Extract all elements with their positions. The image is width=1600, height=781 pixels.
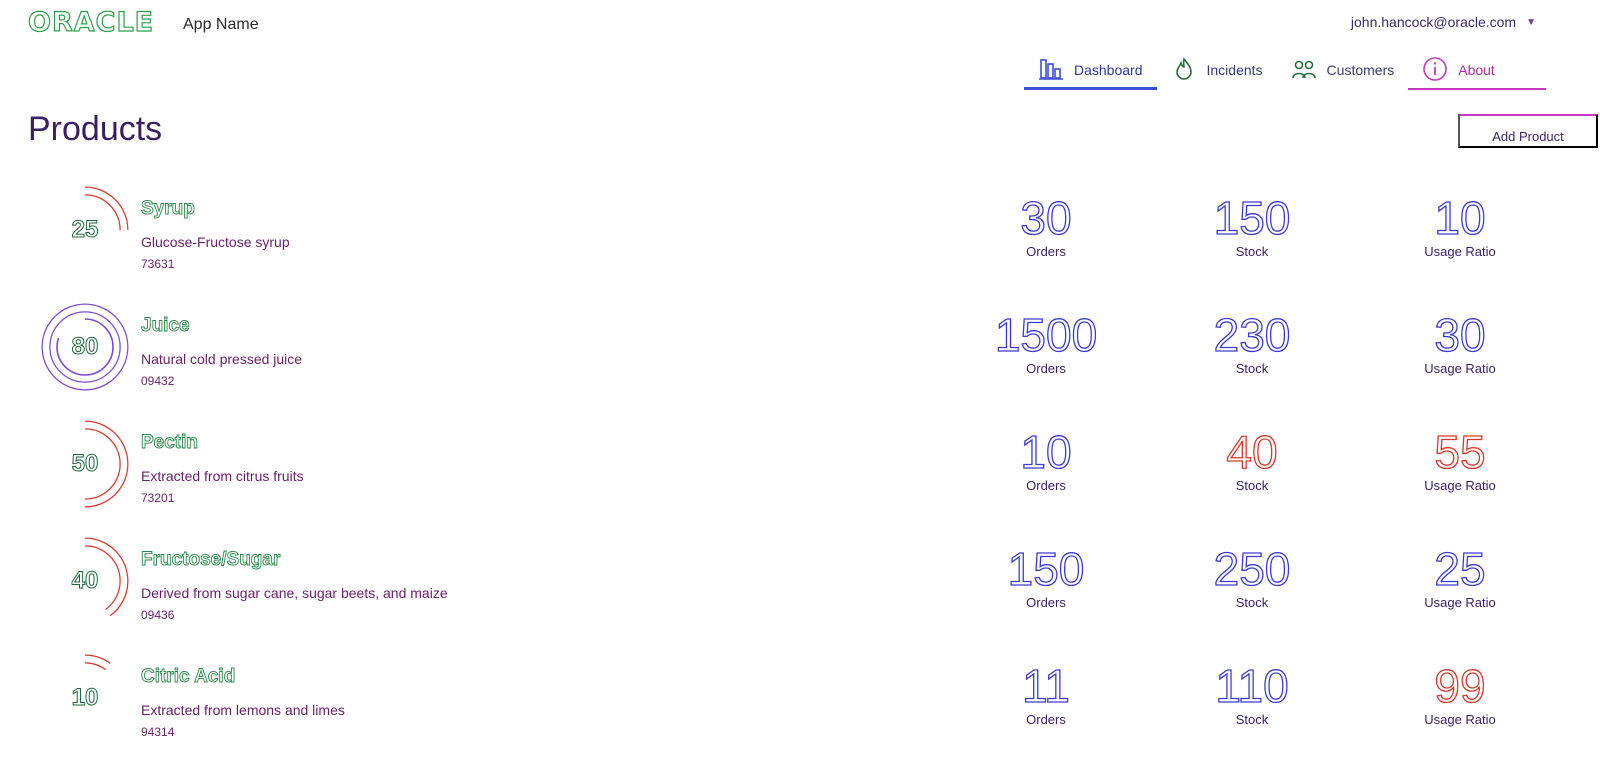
usage-ratio-metric: 30 Usage Ratio [1390, 309, 1530, 376]
usage-ratio-label: Usage Ratio [1424, 361, 1496, 376]
page-title: Products [28, 110, 163, 148]
tab-incidents[interactable]: Incidents [1157, 50, 1277, 90]
usage-ratio-label: Usage Ratio [1424, 595, 1496, 610]
orders-value: 30 [1020, 192, 1072, 244]
stock-value: 40 [1226, 426, 1278, 478]
stock-metric: 110 Stock [1182, 660, 1322, 727]
product-description: Extracted from lemons and limes [141, 702, 345, 718]
orders-label: Orders [1026, 595, 1066, 610]
product-row[interactable]: 25 Syrup Glucose-Fructose syrup 73631 30 Orde… [0, 176, 1600, 293]
bar-chart-icon [1038, 56, 1064, 85]
orders-value: 11 [1021, 660, 1070, 712]
usage-ratio-value: 30 [1434, 309, 1486, 361]
product-description: Derived from sugar cane, sugar beets, an… [141, 585, 448, 601]
stock-label: Stock [1235, 244, 1269, 259]
usage-ratio-label: Usage Ratio [1424, 478, 1496, 493]
stock-label: Stock [1235, 478, 1269, 493]
gauge-value: 80 [71, 333, 99, 361]
stock-metric: 40 Stock [1182, 426, 1322, 493]
app-name: App Name [183, 16, 259, 33]
gauge-value: 40 [71, 567, 99, 595]
stock-value: 230 [1213, 309, 1291, 361]
stock-value: 250 [1213, 543, 1291, 595]
product-code: 09432 [141, 374, 175, 388]
top-bar: ORACLE App Name john.hancock@oracle.com … [0, 0, 1600, 48]
orders-value: 1500 [994, 309, 1098, 361]
usage-ratio-metric: 55 Usage Ratio [1390, 426, 1530, 493]
gauge-value: 25 [71, 216, 99, 244]
product-name[interactable]: Citric Acid [141, 666, 236, 688]
people-icon [1291, 56, 1317, 85]
usage-ratio-value: 25 [1434, 543, 1486, 595]
tab-customers[interactable]: Customers [1277, 50, 1409, 90]
product-description: Extracted from citrus fruits [141, 468, 304, 484]
user-email: john.hancock@oracle.com [1350, 14, 1517, 30]
product-row[interactable]: 80 Juice Natural cold pressed juice 09432 15… [0, 293, 1600, 410]
user-menu[interactable]: john.hancock@oracle.com ▼ [1351, 14, 1536, 30]
product-name[interactable]: Pectin [141, 432, 199, 454]
orders-label: Orders [1026, 478, 1066, 493]
orders-metric: 150 Orders [976, 543, 1116, 610]
product-row[interactable]: 10 Citric Acid Extracted from lemons and l… [0, 644, 1600, 761]
tab-dashboard-label: Dashboard [1074, 62, 1143, 78]
usage-ratio-value: 99 [1434, 660, 1486, 712]
tab-about[interactable]: About [1408, 50, 1547, 90]
tab-dashboard[interactable]: Dashboard [1024, 50, 1157, 90]
stock-value: 150 [1213, 192, 1291, 244]
stock-metric: 150 Stock [1182, 192, 1322, 259]
stock-label: Stock [1235, 361, 1269, 376]
tab-customers-label: Customers [1326, 62, 1395, 78]
orders-metric: 11 Orders [976, 660, 1116, 727]
main-nav: Dashboard Incidents Customers About [1024, 50, 1547, 90]
product-code: 73631 [141, 257, 175, 271]
fire-icon [1171, 56, 1197, 85]
product-name[interactable]: Syrup [141, 198, 196, 220]
orders-metric: 1500 Orders [976, 309, 1116, 376]
tab-incidents-label: Incidents [1206, 62, 1263, 78]
product-description: Glucose-Fructose syrup [141, 234, 290, 250]
stock-metric: 250 Stock [1182, 543, 1322, 610]
orders-value: 150 [1007, 543, 1085, 595]
chevron-down-icon: ▼ [1526, 16, 1536, 28]
stock-value: 110 [1215, 660, 1290, 712]
stock-metric: 230 Stock [1182, 309, 1322, 376]
usage-ratio-metric: 99 Usage Ratio [1390, 660, 1530, 727]
usage-ratio-label: Usage Ratio [1424, 244, 1496, 259]
orders-metric: 30 Orders [976, 192, 1116, 259]
product-code: 09436 [141, 608, 175, 622]
stock-label: Stock [1235, 595, 1269, 610]
orders-label: Orders [1026, 361, 1066, 376]
info-icon [1422, 56, 1448, 85]
product-row[interactable]: 40 Fructose/Sugar Derived from sugar cane,… [0, 527, 1600, 644]
orders-label: Orders [1026, 712, 1066, 727]
gauge-value: 50 [71, 450, 99, 478]
orders-label: Orders [1026, 244, 1066, 259]
gauge-value: 10 [71, 684, 99, 712]
usage-ratio-value: 10 [1434, 192, 1486, 244]
oracle-logo[interactable]: ORACLE [27, 7, 154, 38]
product-row[interactable]: 50 Pectin Extracted from citrus fruits 7320… [0, 410, 1600, 527]
product-code: 94314 [141, 725, 175, 739]
tab-about-label: About [1458, 62, 1495, 78]
product-description: Natural cold pressed juice [141, 351, 303, 367]
usage-ratio-label: Usage Ratio [1424, 712, 1496, 727]
orders-metric: 10 Orders [976, 426, 1116, 493]
product-name[interactable]: Juice [141, 315, 190, 337]
orders-value: 10 [1020, 426, 1072, 478]
usage-ratio-metric: 25 Usage Ratio [1390, 543, 1530, 610]
stock-label: Stock [1235, 712, 1269, 727]
product-name[interactable]: Fructose/Sugar [141, 549, 281, 571]
usage-ratio-metric: 10 Usage Ratio [1390, 192, 1530, 259]
usage-ratio-value: 55 [1434, 426, 1486, 478]
add-product-button[interactable]: Add Product [1458, 114, 1598, 148]
product-code: 73201 [141, 491, 175, 505]
